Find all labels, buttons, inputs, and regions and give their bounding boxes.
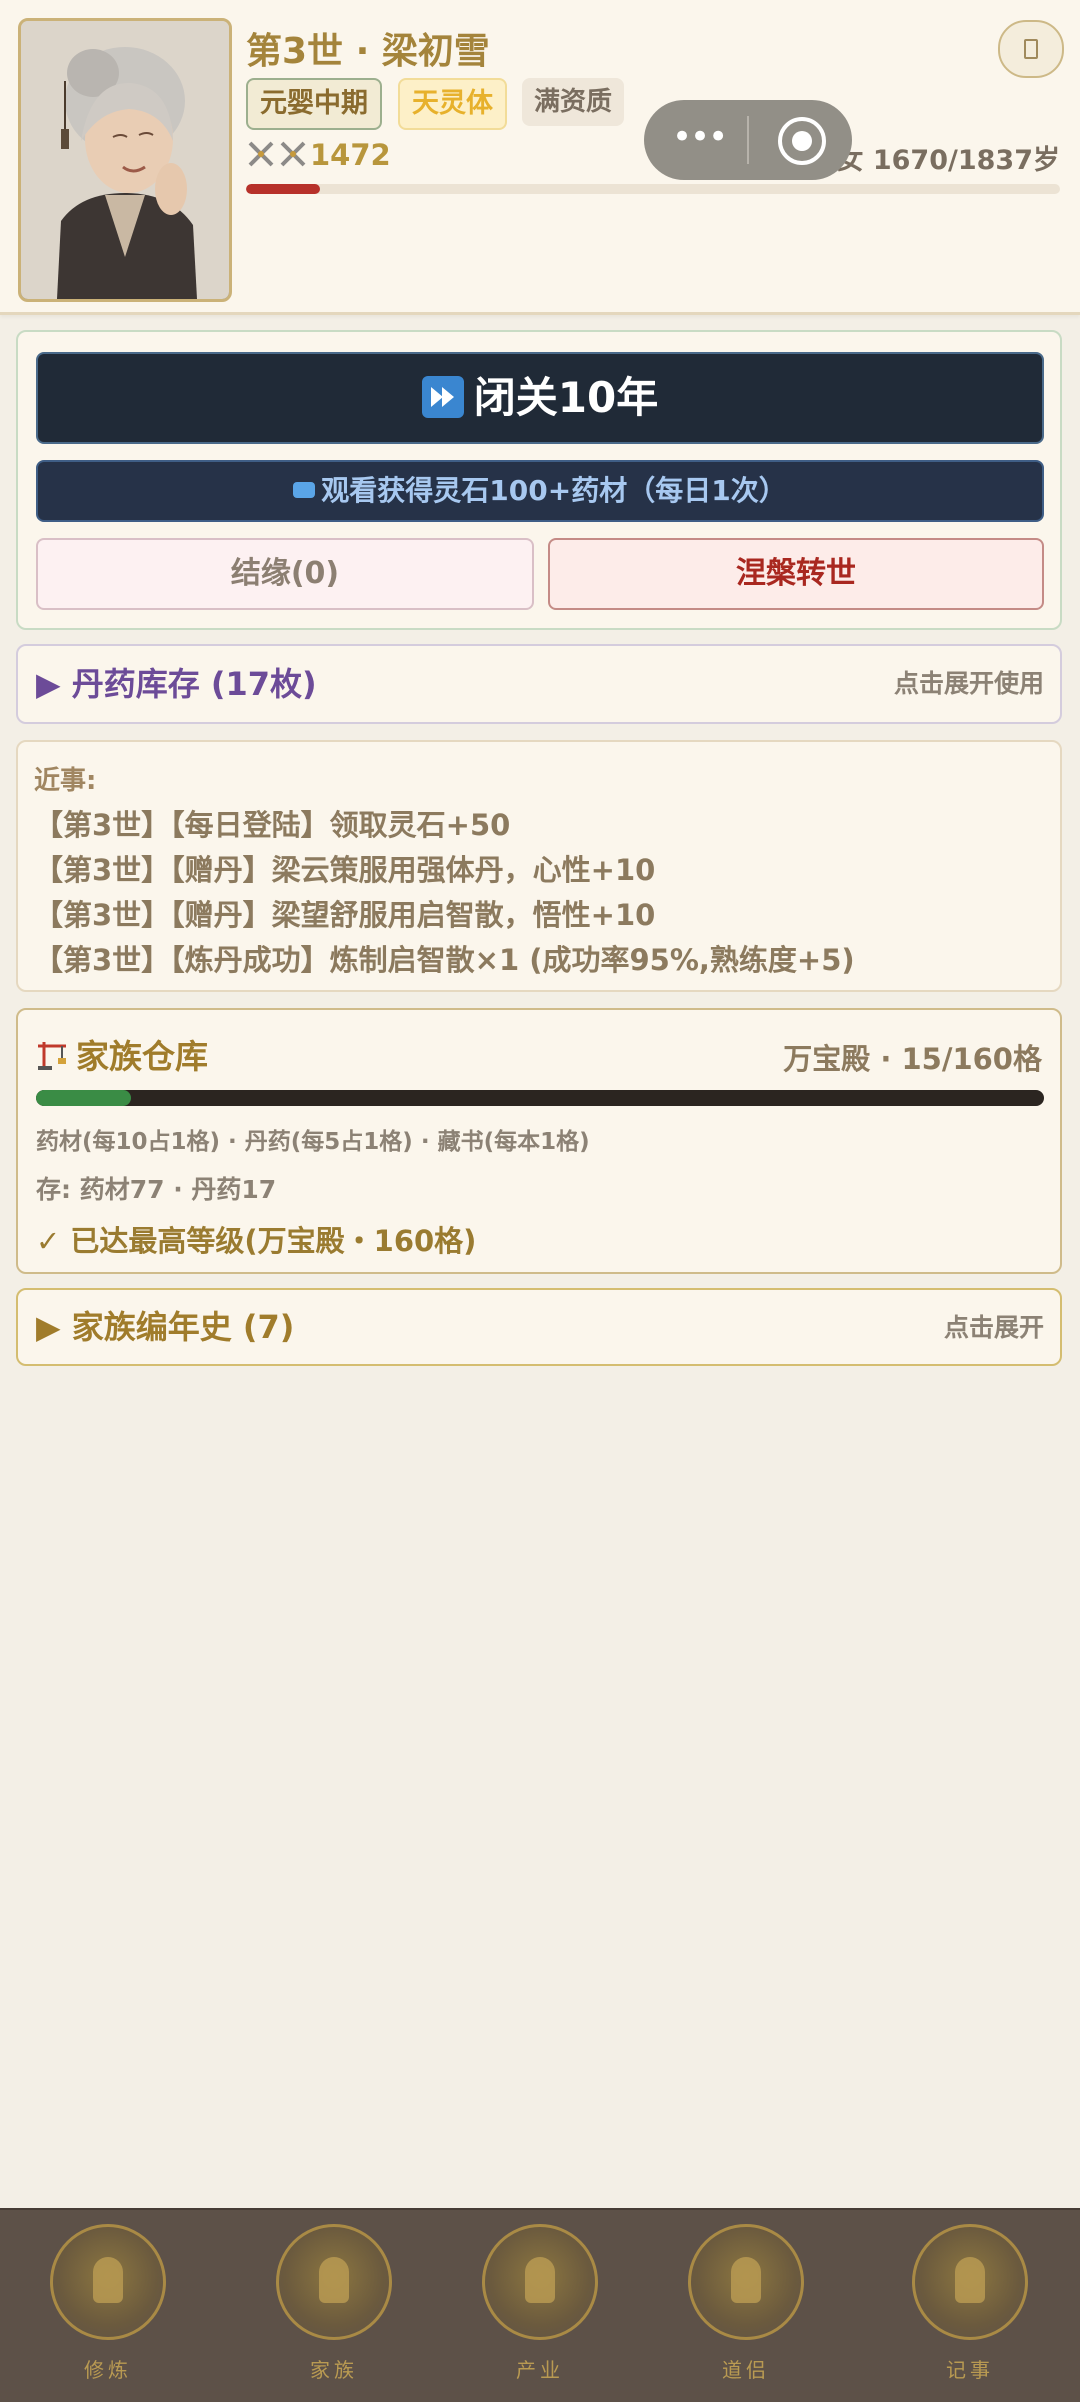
watch-ad-button[interactable]: 观看获得灵石100+药材（每日1次） <box>36 460 1044 522</box>
warehouse-capacity: 万宝殿 · 15/160格 <box>783 1042 1042 1076</box>
nav-label: 道侣 <box>722 2358 770 2382</box>
portrait-illustration <box>21 21 229 299</box>
realm-tag: 元婴中期 <box>246 78 382 130</box>
retreat-button[interactable]: 闭关10年 <box>36 352 1044 444</box>
chronicle-expand-hint: 点击展开 <box>943 1313 1044 1342</box>
warehouse-title-text: 家族仓库 <box>76 1037 208 1076</box>
nav-label: 产业 <box>516 2358 564 2382</box>
recent-events-panel: 近事: 【第3世】【每日登陆】领取灵石+50 【第3世】【赠丹】梁云策服用强体丹… <box>16 740 1062 992</box>
nav-dao-partner[interactable]: 道侣 <box>666 2214 826 2400</box>
nav-label: 修炼 <box>84 2358 132 2382</box>
nav-label: 家族 <box>310 2358 358 2382</box>
family-warehouse-panel: 家族仓库 万宝殿 · 15/160格 药材(每10占1格) · 丹药(每5占1格… <box>16 1008 1062 1274</box>
pill-inventory-panel[interactable]: ▶ 丹药库存 (17枚) 点击展开使用 <box>16 644 1062 724</box>
pavilion-icon <box>276 2224 392 2340</box>
crossed-swords-icon <box>248 141 306 167</box>
warehouse-capacity-fill <box>36 1090 131 1106</box>
nav-label: 记事 <box>946 2358 994 2382</box>
tv-icon <box>293 482 316 498</box>
pill-inventory-title: ▶ 丹药库存 (17枚) <box>36 665 317 703</box>
lifespan-bar-fill <box>246 184 320 194</box>
family-chronicle-panel[interactable]: ▶ 家族编年史 (7) 点击展开 <box>16 1288 1062 1366</box>
settings-button[interactable] <box>998 20 1064 78</box>
character-header: 第3世 · 梁初雪 元婴中期 天灵体 满资质 1472 女 1670/1837岁… <box>0 0 1080 315</box>
fast-forward-icon <box>421 375 464 418</box>
crane-icon <box>38 1041 66 1070</box>
close-miniprogram-icon[interactable] <box>778 117 826 165</box>
mountain-icon <box>482 2224 598 2340</box>
capsule-divider <box>747 116 749 164</box>
couple-icon <box>688 2224 804 2340</box>
warehouse-capacity-bar <box>36 1090 1044 1106</box>
aptitude-tag: 满资质 <box>522 78 625 126</box>
character-name: 第3世 · 梁初雪 <box>246 31 490 72</box>
physique-tag: 天灵体 <box>398 78 507 130</box>
nav-records[interactable]: 记事 <box>890 2214 1050 2400</box>
lifespan-bar <box>246 184 1060 194</box>
watch-ad-label: 观看获得灵石100+药材（每日1次） <box>321 474 787 507</box>
miniprogram-capsule[interactable]: ••• <box>644 100 852 180</box>
warehouse-stock: 存: 药材77 · 丹药17 <box>36 1175 277 1204</box>
event-line: 【第3世】【赠丹】梁云策服用强体丹，心性+10 <box>34 853 656 887</box>
action-panel: 闭关10年 观看获得灵石100+药材（每日1次） 结缘(0) 涅槃转世 <box>16 330 1062 630</box>
event-line: 【第3世】【每日登陆】领取灵石+50 <box>34 808 511 842</box>
scroll-icon <box>912 2224 1028 2340</box>
retreat-button-label: 闭关10年 <box>473 373 659 422</box>
more-options-icon[interactable]: ••• <box>672 120 732 160</box>
nav-industry[interactable]: 产业 <box>460 2214 620 2400</box>
pill-expand-hint: 点击展开使用 <box>893 669 1044 698</box>
event-line: 【第3世】【炼丹成功】炼制启智散×1 (成功率95%,熟练度+5) <box>34 943 855 977</box>
chronicle-title: ▶ 家族编年史 (7) <box>36 1308 295 1346</box>
character-portrait[interactable] <box>18 18 232 302</box>
event-line: 【第3世】【赠丹】梁望舒服用启智散，悟性+10 <box>34 898 656 932</box>
bottom-navigation: 修炼 家族 产业 道侣 记事 <box>0 2208 1080 2402</box>
warehouse-rules: 药材(每10占1格) · 丹药(每5占1格) · 藏书(每本1格) <box>36 1129 590 1155</box>
nav-family[interactable]: 家族 <box>254 2214 414 2400</box>
age-gender: 女 1670/1837岁 <box>836 145 1060 176</box>
bond-button[interactable]: 结缘(0) <box>36 538 534 610</box>
combat-power-value: 1472 <box>310 138 391 172</box>
warehouse-title: 家族仓库 <box>36 1030 208 1078</box>
combat-power: 1472 <box>246 138 391 172</box>
warehouse-max-level: ✓ 已达最高等级(万宝殿・160格) <box>36 1224 477 1258</box>
recent-events-label: 近事: <box>34 766 97 796</box>
meditation-icon <box>50 2224 166 2340</box>
rebirth-button[interactable]: 涅槃转世 <box>548 538 1044 610</box>
nav-cultivation[interactable]: 修炼 <box>28 2214 188 2400</box>
